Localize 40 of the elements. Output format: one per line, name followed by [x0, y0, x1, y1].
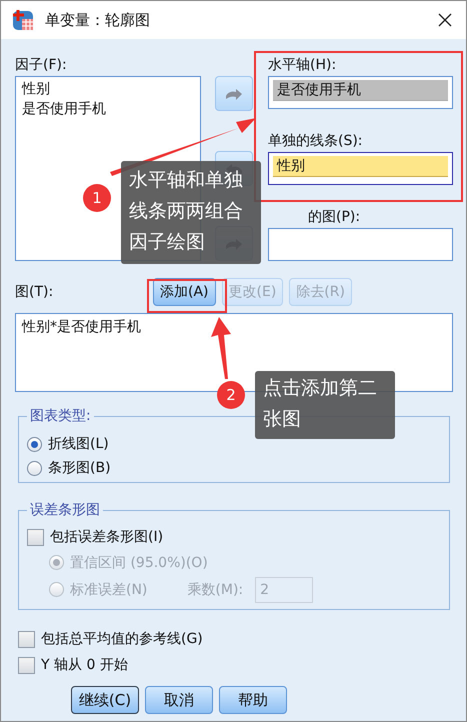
list-item[interactable]: 性别: [22, 79, 194, 99]
field-label: 乘数(M):: [187, 580, 244, 598]
radio-button[interactable]: [27, 460, 42, 476]
move-button[interactable]: [215, 76, 253, 111]
cancel-button[interactable]: 取消: [145, 686, 213, 714]
continue-button[interactable]: 继续(C): [71, 686, 139, 714]
app-icon: [11, 8, 35, 32]
variable-field[interactable]: [268, 228, 453, 261]
list-item[interactable]: 是否使用手机: [273, 80, 448, 101]
close-icon: [438, 13, 452, 27]
option-label: 折线图(L): [48, 435, 109, 453]
checkbox[interactable]: [18, 656, 35, 674]
option-label: 包括总平均值的参考线(G): [41, 630, 203, 648]
variable-field[interactable]: 性别: [268, 152, 453, 185]
list-item[interactable]: 性别: [273, 156, 448, 177]
pointer-arrow: [211, 317, 231, 379]
help-button[interactable]: 帮助: [219, 686, 287, 714]
step-badge: 2: [217, 381, 245, 409]
window-title: 单变量：轮廓图: [45, 10, 151, 30]
option-label: 包括误差条形图(I): [50, 528, 164, 546]
field-label: 单独的线条(S):: [268, 133, 364, 149]
checkbox[interactable]: [27, 528, 44, 546]
field-label: 水平轴(H):: [268, 57, 338, 73]
field-label: 因子(F):: [15, 57, 68, 73]
option-label: Y 轴从 0 开始: [41, 656, 128, 674]
callout-tooltip: 点击添加第二张图: [255, 371, 395, 439]
checkbox[interactable]: [18, 630, 35, 648]
field-label: 图(T):: [15, 284, 54, 300]
option-label: 标准误差(N): [70, 580, 148, 598]
add-button[interactable]: 添加(A): [153, 278, 216, 306]
list-item[interactable]: 性别*是否使用手机: [22, 317, 446, 337]
callout-tooltip: 水平轴和单独线条两两组合因子绘图: [121, 161, 261, 264]
list-item[interactable]: 是否使用手机: [22, 99, 194, 119]
group-title: 图表类型:: [27, 407, 94, 425]
group-title: 误差条形图: [27, 501, 103, 519]
field-label: 的图(P):: [307, 209, 362, 225]
radio-button[interactable]: [27, 436, 42, 452]
option-label: 条形图(B): [48, 459, 111, 477]
option-label: 置信区间 (95.0%)(O): [70, 554, 208, 572]
variable-field[interactable]: 是否使用手机: [268, 76, 453, 109]
